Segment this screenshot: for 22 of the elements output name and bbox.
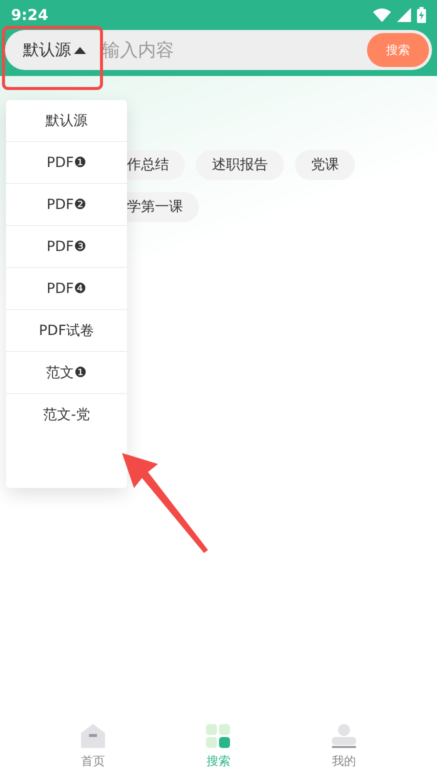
home-icon [80, 723, 106, 749]
source-selector[interactable]: 默认源 [23, 40, 86, 60]
tag-chip[interactable]: 党课 [295, 150, 355, 180]
wifi-icon [373, 8, 391, 22]
battery-icon [417, 7, 426, 23]
tag-chip[interactable]: 述职报告 [196, 150, 284, 180]
menu-item[interactable]: PDF❹ [6, 268, 127, 310]
tab-item[interactable]: 我的 [314, 722, 374, 771]
menu-item[interactable]: 默认源 [6, 100, 127, 142]
menu-item[interactable]: PDF❶ [6, 142, 127, 184]
caret-icon [74, 46, 86, 54]
menu-item[interactable]: 范文❶ [6, 352, 127, 394]
menu-item[interactable]: 范文-党 [6, 394, 127, 436]
person-icon [331, 723, 358, 749]
menu-item[interactable]: PDF试卷 [6, 310, 127, 352]
tab-item[interactable]: 首页 [62, 722, 123, 771]
signal-icon [397, 8, 411, 22]
menu-item[interactable]: PDF❸ [6, 226, 127, 268]
grid-icon [205, 723, 232, 749]
search-field[interactable]: 默认源 输入内容 搜索 [5, 30, 432, 70]
status-time: 9:24 [11, 6, 48, 24]
menu-item[interactable]: PDF❷ [6, 184, 127, 226]
